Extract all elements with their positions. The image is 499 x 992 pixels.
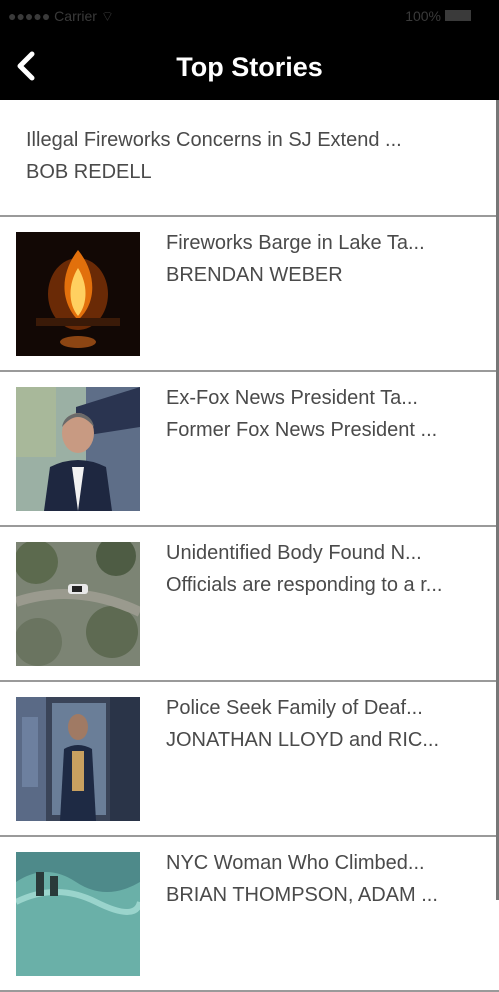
list-item[interactable]: NYC Woman Who Climbed... BRIAN THOMPSON,… [0, 837, 499, 992]
status-bar: ●●●●● Carrier ⌔ 100% [0, 0, 499, 32]
story-title: Unidentified Body Found N... [166, 542, 422, 564]
list-item[interactable]: Unidentified Body Found N... Officials a… [0, 527, 499, 682]
story-byline: JONATHAN LLOYD and RIC... [166, 729, 440, 751]
list-item[interactable]: Fireworks Barge in Lake Ta... BRENDAN WE… [0, 217, 499, 372]
story-title: NYC Woman Who Climbed... [166, 852, 425, 874]
story-byline: BOB REDELL [26, 161, 152, 183]
stories-list: Illegal Fireworks Concerns in SJ Extend … [0, 100, 499, 992]
page-title: Top Stories [176, 52, 323, 82]
story-byline: BRIAN THOMPSON, ADAM ... [166, 884, 438, 906]
story-byline: BRENDAN WEBER [166, 264, 343, 286]
carrier-label: ●●●●● Carrier ⌔ [8, 8, 114, 24]
top-story-item[interactable]: Illegal Fireworks Concerns in SJ Extend … [0, 100, 499, 217]
story-byline: Officials are responding to a r... [166, 574, 443, 596]
man-in-suit-thumbnail [16, 387, 140, 511]
fireworks-fire-thumbnail [16, 232, 140, 356]
battery-label: 100% [405, 8, 441, 24]
story-title: Illegal Fireworks Concerns in SJ Extend … [26, 129, 402, 151]
story-title: Police Seek Family of Deaf... [166, 697, 423, 719]
story-title: Ex-Fox News President Ta... [166, 387, 418, 409]
battery-icon [445, 10, 471, 21]
police-scene-thumbnail [16, 697, 140, 821]
story-title: Fireworks Barge in Lake Ta... [166, 232, 425, 254]
list-item[interactable]: Police Seek Family of Deaf... JONATHAN L… [0, 682, 499, 837]
nyc-water-thumbnail [16, 852, 140, 976]
list-item[interactable]: Ex-Fox News President Ta... Former Fox N… [0, 372, 499, 527]
story-byline: Former Fox News President ... [166, 419, 438, 441]
aerial-scene-thumbnail [16, 542, 140, 666]
nav-bar: Top Stories [0, 32, 499, 100]
